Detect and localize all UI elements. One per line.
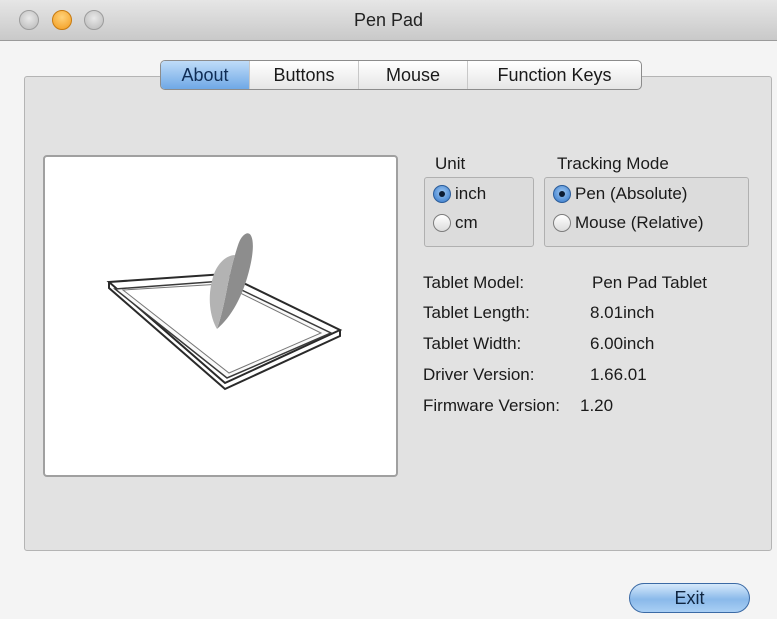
tablet-length-label: Tablet Length: (423, 303, 530, 322)
unit-inch-radio[interactable]: inch (433, 184, 486, 204)
unit-cm-label: cm (455, 213, 478, 232)
radio-unselected-icon (433, 214, 451, 232)
unit-inch-label: inch (455, 184, 487, 203)
tracking-mode-group-label: Tracking Mode (557, 154, 669, 173)
tracking-mouse-label: Mouse (Relative) (575, 213, 704, 232)
tracking-pen-label: Pen (Absolute) (575, 184, 688, 203)
tab-bar: About Buttons Mouse Function Keys (160, 60, 642, 90)
unit-group-label: Unit (435, 154, 466, 173)
title-bar[interactable]: Pen Pad (0, 0, 777, 41)
tablet-model-label: Tablet Model: (423, 273, 525, 292)
tablet-image-frame (43, 155, 398, 477)
tablet-model-value: Pen Pad Tablet (592, 273, 707, 292)
driver-version-label: Driver Version: (423, 365, 535, 384)
tablet-pen-illustration (106, 233, 343, 391)
tracking-mouse-radio[interactable]: Mouse (Relative) (553, 213, 704, 233)
tablet-length-value: 8.01inch (590, 303, 655, 322)
exit-button[interactable]: Exit (629, 583, 750, 613)
tab-mouse[interactable]: Mouse (359, 61, 468, 89)
radio-unselected-icon (553, 214, 571, 232)
tracking-pen-radio[interactable]: Pen (Absolute) (553, 184, 687, 204)
radio-selected-icon (433, 185, 451, 203)
tab-about[interactable]: About (161, 61, 250, 89)
window-title: Pen Pad (353, 10, 424, 30)
firmware-version-value: 1.20 (580, 396, 614, 415)
unit-cm-radio[interactable]: cm (433, 213, 478, 233)
pen-pad-window: Pen Pad About Buttons Mouse Function Key… (0, 0, 777, 619)
tab-buttons[interactable]: Buttons (250, 61, 359, 89)
radio-selected-icon (553, 185, 571, 203)
firmware-version-label: Firmware Version: (423, 396, 560, 415)
driver-version-value: 1.66.01 (590, 365, 647, 384)
tablet-width-label: Tablet Width: (423, 334, 522, 353)
tablet-width-value: 6.00inch (590, 334, 655, 353)
tab-function-keys[interactable]: Function Keys (468, 61, 641, 89)
